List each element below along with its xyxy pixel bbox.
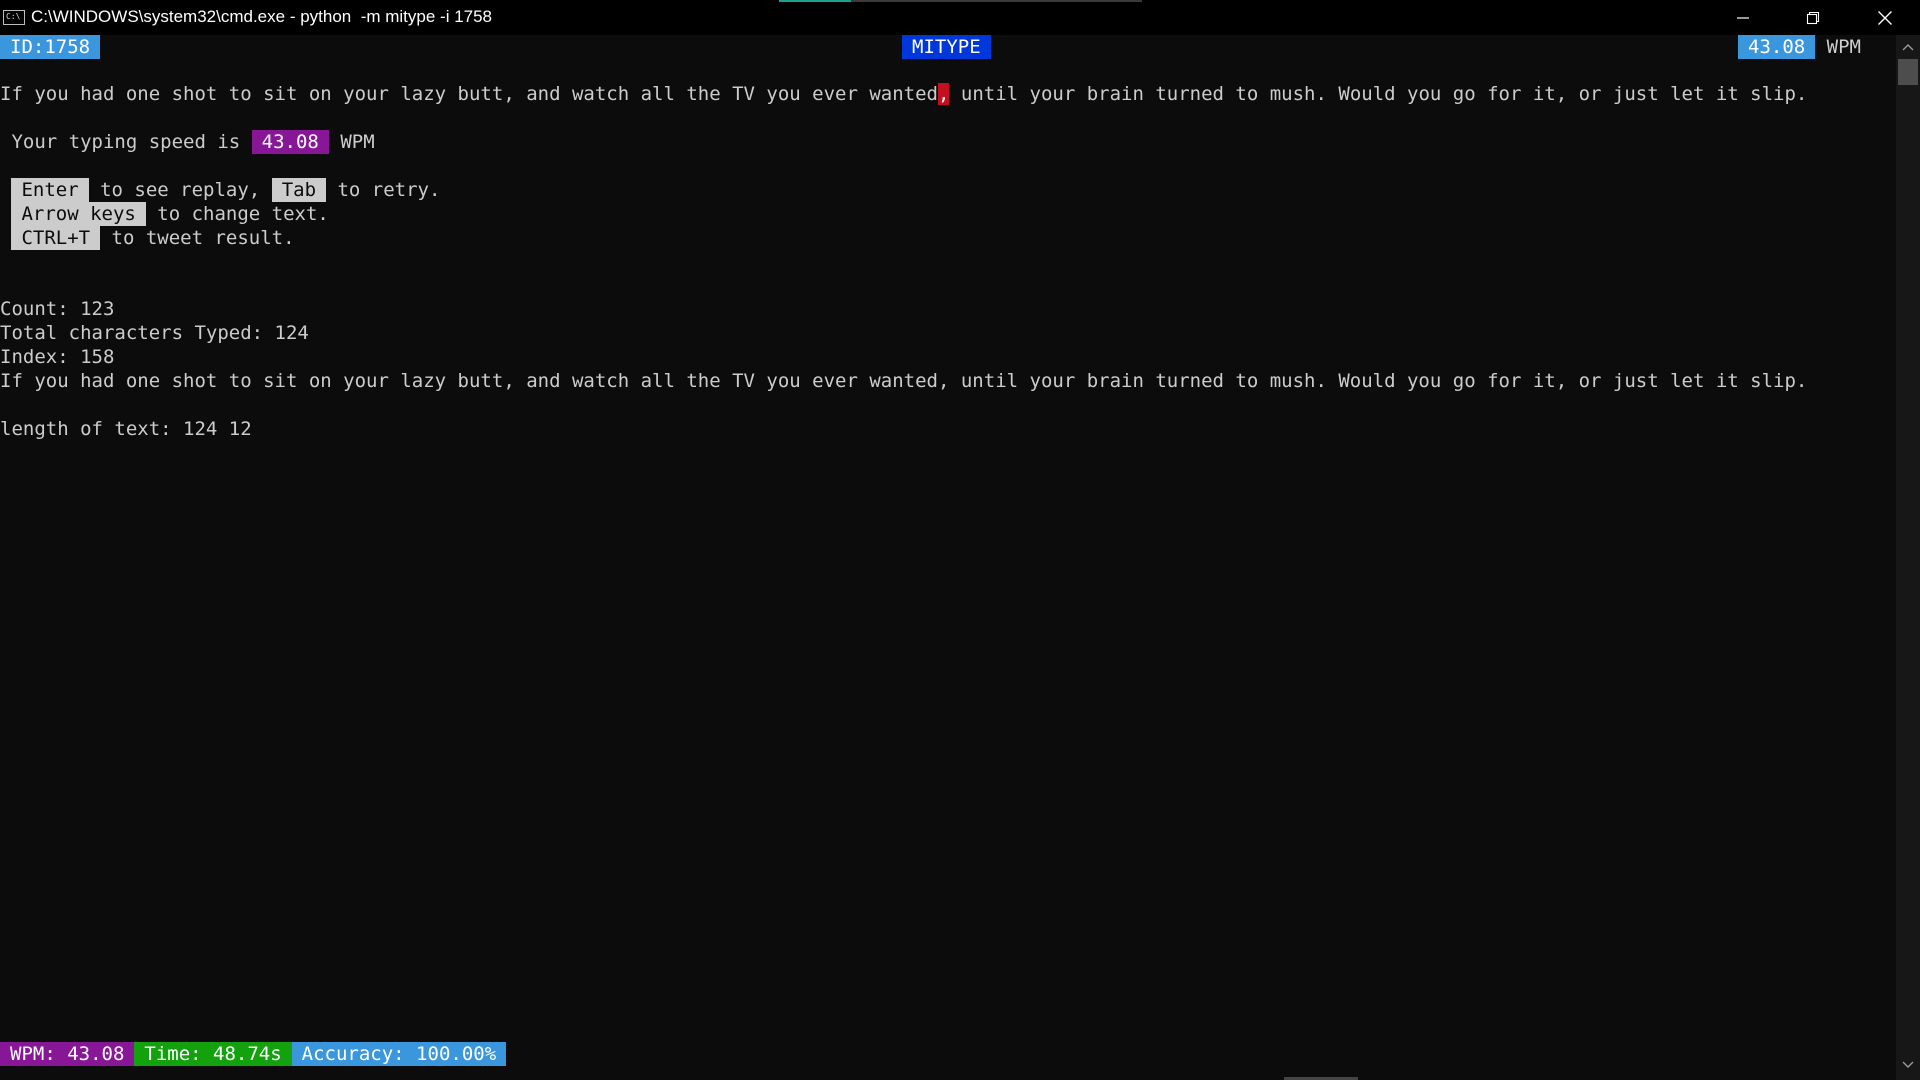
hint-line-2: Arrow keys to change text. [0,202,329,226]
debug-count: Count: 123 [0,298,115,320]
hint-tab-text: to retry. [326,179,441,201]
minimize-button[interactable] [1708,0,1778,35]
result-line: Your typing speed is 43.08 WPM [0,130,375,154]
scroll-down-button[interactable] [1896,1055,1920,1075]
restore-button[interactable] [1778,0,1848,35]
hint-ctrlt-text: to tweet result. [100,227,295,249]
typing-text: If you had one shot to sit on your lazy … [0,82,1807,106]
terminal-area[interactable]: ID:1758 MITYPE 43.08 WPM If you had one … [0,35,1896,1080]
debug-total-typed: Total characters Typed: 124 [0,322,309,344]
debug-length: length of text: 124 12 [0,418,252,440]
header-wpm-value: 43.08 [1738,35,1816,59]
ctrl-t-badge[interactable]: CTRL+T [11,226,101,250]
window-titlebar: C:\ C:\WINDOWS\system32\cmd.exe - python… [0,0,1920,35]
tab-key-badge[interactable]: Tab [271,178,327,202]
scroll-thumb[interactable] [1898,59,1918,85]
header-row: ID:1758 MITYPE 43.08 WPM [0,35,1896,59]
header-wpm: 43.08 WPM [1738,35,1861,59]
debug-text: If you had one shot to sit on your lazy … [0,370,1808,392]
hint-enter-text: to see replay, [88,179,272,201]
close-icon [1878,10,1892,25]
cursor-char: , [938,83,950,105]
chevron-down-icon [1902,1061,1914,1068]
arrow-keys-badge[interactable]: Arrow keys [11,202,146,226]
close-button[interactable] [1850,0,1920,35]
status-bar: WPM: 43.08 Time: 48.74s Accuracy: 100.00% [0,1042,507,1066]
result-wpm-badge: 43.08 [251,130,329,154]
tab-indicator-track [851,0,1142,2]
window-title: C:\WINDOWS\system32\cmd.exe - python -m … [31,7,493,26]
hint-line-1: Enter to see replay, Tab to retry. [0,178,440,202]
status-time: Time: 48.74s [134,1042,292,1066]
restore-icon [1806,11,1820,24]
header-wpm-unit: WPM [1826,36,1861,58]
enter-key-badge[interactable]: Enter [11,178,89,202]
hint-arrow-text: to change text. [145,203,329,225]
result-prefix: Your typing speed is [0,131,252,153]
minimize-icon [1737,16,1749,19]
vertical-scrollbar[interactable] [1896,35,1920,1080]
status-accuracy: Accuracy: 100.00% [291,1042,507,1066]
tab-indicator [779,0,851,2]
debug-index: Index: 158 [0,346,115,368]
remaining-text: until your brain turned to mush. Would y… [949,83,1808,105]
cmd-app-icon[interactable]: C:\ [3,10,25,25]
hint-line-3: CTRL+T to tweet result. [0,226,295,250]
app-name-badge: MITYPE [902,35,991,59]
typed-text: If you had one shot to sit on your lazy … [0,83,938,105]
status-wpm: WPM: 43.08 [0,1042,135,1066]
scroll-up-button[interactable] [1896,37,1920,57]
text-id-badge: ID:1758 [0,35,101,59]
chevron-up-icon [1902,44,1914,51]
result-wpm-unit: WPM [340,131,375,153]
